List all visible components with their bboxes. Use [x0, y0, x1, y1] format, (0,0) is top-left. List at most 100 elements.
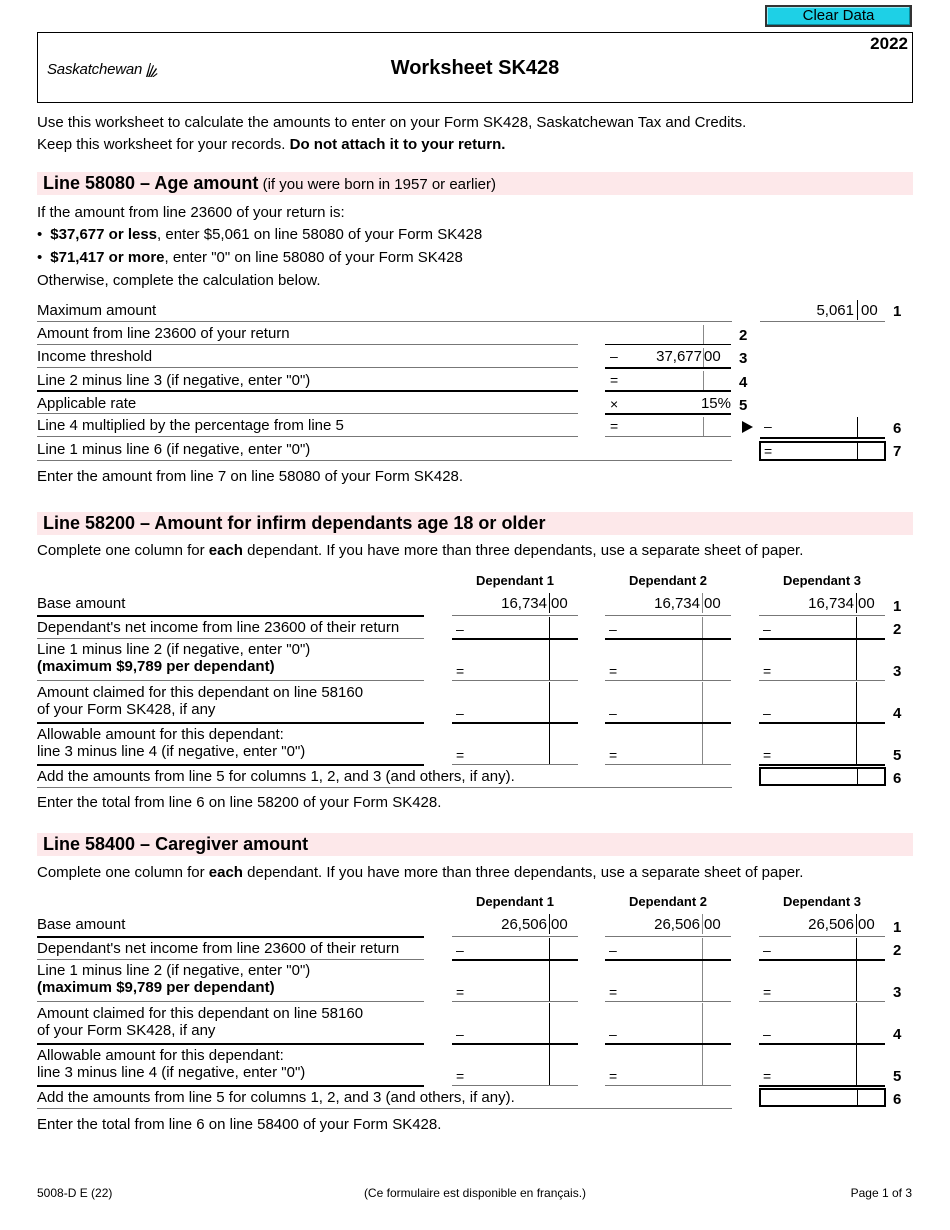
dependant-3-line-2-dollars-input[interactable] — [773, 938, 856, 959]
dependant-1-line-3-dollars-input[interactable] — [466, 640, 549, 680]
column-header-dependant-1: Dependant 1 — [475, 573, 554, 588]
age-line-6-right-dollars[interactable] — [775, 417, 857, 436]
dependant-3-line-5-dollars-input[interactable] — [773, 724, 856, 764]
dependant-2-line-5-dollars-input[interactable] — [619, 724, 702, 764]
dependant-1-line-4-cents-input[interactable] — [550, 682, 578, 722]
dependant-1-line-2-dollars-input[interactable] — [466, 938, 549, 959]
minus-operator: – — [763, 1026, 771, 1042]
line-number: 3 — [739, 350, 748, 367]
field-underline — [605, 680, 731, 681]
dependant-1-line-2-cents-input[interactable] — [550, 617, 578, 638]
age-bullet-1: • $37,677 or less, enter $5,061 on line 5… — [37, 226, 482, 243]
age-line-4-dollars-input[interactable] — [620, 371, 703, 390]
caregiver_section-row-4-label: Amount claimed for this dependant on lin… — [37, 1005, 364, 1022]
divider — [37, 722, 424, 724]
field-underline — [605, 1085, 731, 1086]
equals-operator: = — [609, 747, 618, 763]
line-number: 3 — [893, 663, 902, 680]
line-number: 7 — [893, 443, 902, 460]
age-line-1-dollars[interactable]: 5,061 — [760, 302, 857, 319]
age-line-2-dollars-input[interactable] — [605, 325, 703, 344]
age-row-1-label: Maximum amount — [37, 302, 157, 319]
minus-operator: – — [609, 621, 617, 637]
age-line-6-cents-input[interactable] — [704, 417, 731, 436]
cents-divider — [702, 593, 703, 613]
divider — [37, 638, 424, 639]
infirm_section-row-5-label: Allowable amount for this dependant: — [37, 726, 284, 743]
dependant-2-line-4-dollars-input[interactable] — [619, 682, 702, 722]
dependant-1-line-2-cents-input[interactable] — [550, 938, 578, 959]
dependant-1-line-4-cents-input[interactable] — [550, 1003, 578, 1043]
dependant-1-line-5-cents-input[interactable] — [550, 1045, 578, 1085]
dependant-3-line-4-cents-input[interactable] — [857, 1003, 885, 1043]
dependant-3-line-3-cents-input[interactable] — [857, 640, 885, 680]
dependant-3-line-2-cents-input[interactable] — [857, 617, 885, 638]
dependant-2-line-3-cents-input[interactable] — [703, 961, 731, 1001]
dependant-2-line-5-cents-input[interactable] — [703, 1045, 731, 1085]
instr-text: Complete one column for — [37, 542, 209, 559]
dependant-1-line-3-dollars-input[interactable] — [466, 961, 549, 1001]
dependant-3-line-5-cents-input[interactable] — [857, 1045, 885, 1085]
dependant-3-line-5-cents-input[interactable] — [857, 724, 885, 764]
divider — [37, 1001, 424, 1002]
dependant-3-line-2-cents-input[interactable] — [857, 938, 885, 959]
line-number: 1 — [893, 919, 902, 936]
dependant-2-line-3-cents-input[interactable] — [703, 640, 731, 680]
age-line-7-total-field[interactable] — [759, 441, 886, 461]
intro-line-2: Keep this worksheet for your records. Do… — [37, 136, 505, 153]
dependant-1-line-5-cents-input[interactable] — [550, 724, 578, 764]
bullet-text: , enter "0" on line 58080 of your Form S… — [164, 249, 463, 266]
dependant-1-line-4-dollars-input[interactable] — [466, 682, 549, 722]
dependant-1-line-4-dollars-input[interactable] — [466, 1003, 549, 1043]
line-number: 5 — [893, 747, 902, 764]
section-title-infirm: Line 58200 – Amount for infirm dependant… — [43, 513, 546, 533]
intro-line-1: Use this worksheet to calculate the amou… — [37, 114, 747, 131]
line-number: 2 — [893, 942, 902, 959]
age-row-5-label: Applicable rate — [37, 395, 137, 412]
dependant-1-line-3-cents-input[interactable] — [550, 640, 578, 680]
dependant-1-line-3-cents-input[interactable] — [550, 961, 578, 1001]
caregiver_section-row-6-label: Add the amounts from line 5 for columns … — [37, 1089, 515, 1106]
dependant-3-line-4-dollars-input[interactable] — [773, 682, 856, 722]
dependant-2-line-3-dollars-input[interactable] — [619, 961, 702, 1001]
dependant-2-line-5-dollars-input[interactable] — [619, 1045, 702, 1085]
dependant-1-line-2-dollars-input[interactable] — [466, 617, 549, 638]
bullet-bold: $71,417 or more — [50, 249, 165, 266]
caregiver_section-line-6-total-field[interactable] — [759, 1088, 886, 1107]
dependant-3-line-3-dollars-input[interactable] — [773, 640, 856, 680]
dependant-2-line-3-dollars-input[interactable] — [619, 640, 702, 680]
dependant-2-line-2-cents-input[interactable] — [703, 617, 731, 638]
cents-divider — [702, 914, 703, 934]
infirm_section-line-6-total-field[interactable] — [759, 767, 886, 786]
field-underline — [452, 764, 578, 765]
equals-operator: = — [610, 418, 619, 434]
dependant-3-line-4-cents-input[interactable] — [857, 682, 885, 722]
age-line-2-cents-input[interactable] — [704, 325, 731, 344]
dependant-1-line-5-dollars-input[interactable] — [466, 1045, 549, 1085]
right-triangle-arrow-icon — [742, 421, 753, 433]
dependant-3-line-2-dollars-input[interactable] — [773, 617, 856, 638]
cents-divider — [549, 682, 550, 722]
cents-divider — [549, 914, 550, 934]
age-line-6-dollars-input[interactable] — [620, 417, 703, 436]
age-line-4-cents-input[interactable] — [704, 371, 731, 390]
dependant-1-line-5-dollars-input[interactable] — [466, 724, 549, 764]
bullet-icon: • — [37, 249, 43, 266]
dependant-2-line-4-cents-input[interactable] — [703, 682, 731, 722]
dependant-2-line-2-dollars-input[interactable] — [619, 617, 702, 638]
divider — [37, 764, 424, 766]
dependant-3-line-4-dollars-input[interactable] — [773, 1003, 856, 1043]
line-number: 1 — [893, 303, 902, 320]
minus-operator: – — [763, 621, 771, 637]
cents-divider — [856, 682, 857, 722]
dependant-2-line-2-dollars-input[interactable] — [619, 938, 702, 959]
dependant-3-line-3-dollars-input[interactable] — [773, 961, 856, 1001]
dependant-3-line-3-cents-input[interactable] — [857, 961, 885, 1001]
clear-data-button[interactable]: Clear Data — [765, 5, 912, 27]
dependant-3-line-5-dollars-input[interactable] — [773, 1045, 856, 1085]
dependant-2-line-5-cents-input[interactable] — [703, 724, 731, 764]
dependant-2-line-2-cents-input[interactable] — [703, 938, 731, 959]
dependant-2-line-4-dollars-input[interactable] — [619, 1003, 702, 1043]
dependant-2-line-4-cents-input[interactable] — [703, 1003, 731, 1043]
cents-divider — [702, 617, 703, 638]
